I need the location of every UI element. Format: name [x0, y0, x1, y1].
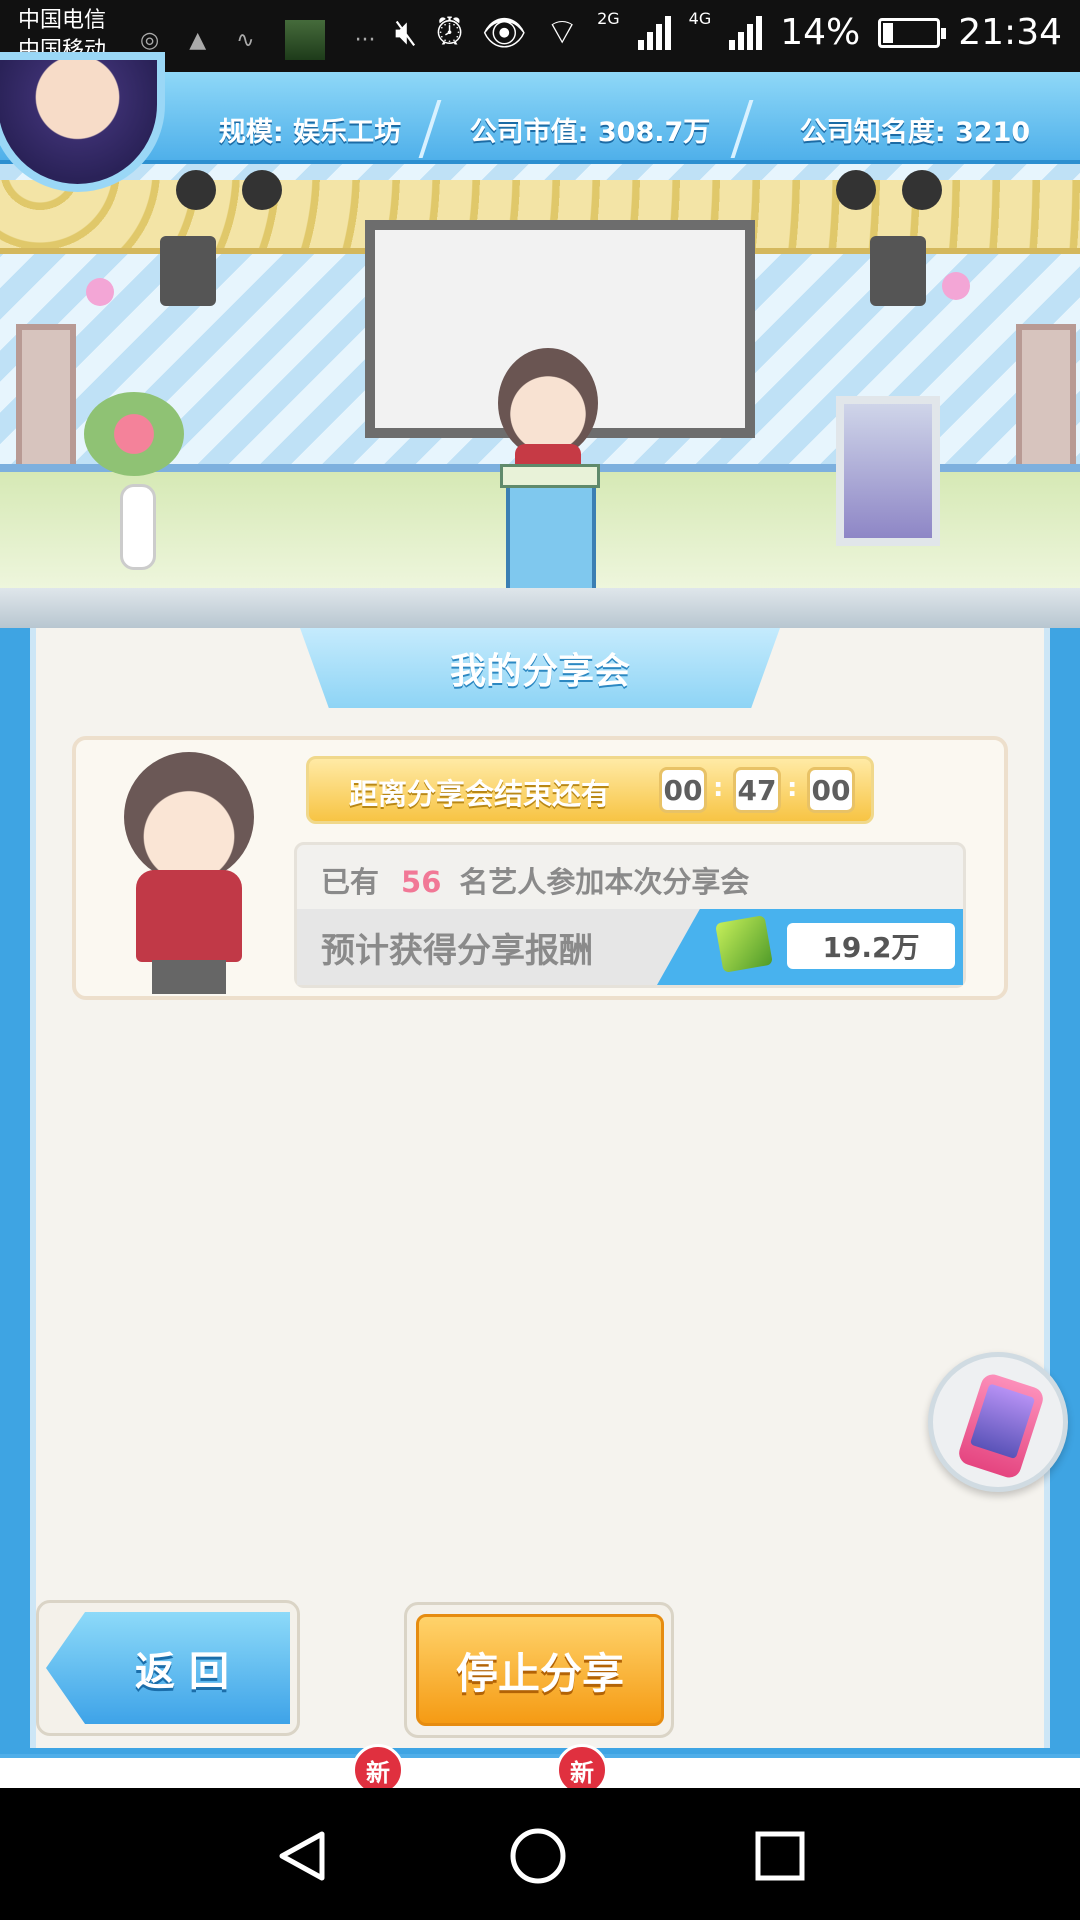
eye-icon: 👁︎ — [481, 12, 528, 54]
session-stats: 已有 56 名艺人参加本次分享会 预计获得分享报酬 19.2万 — [294, 842, 966, 988]
participants-suffix: 名艺人参加本次分享会 — [459, 865, 750, 899]
spotlight-icon — [902, 170, 942, 210]
speaker-box — [160, 236, 216, 306]
character-legs — [152, 960, 226, 994]
network-4g-label: 4G — [688, 9, 712, 28]
stage-scene — [0, 164, 1080, 594]
signal-4g-icon — [729, 15, 763, 50]
carrier-1: 中国电信 — [18, 8, 107, 33]
nav-home-icon[interactable] — [508, 1826, 568, 1890]
company-scale: 规模: 娱乐工坊 — [218, 116, 402, 148]
overflow-icon: ··· — [354, 27, 376, 53]
nav-back-icon[interactable] — [272, 1826, 332, 1890]
speaker-box — [870, 236, 926, 306]
balloon — [942, 272, 970, 300]
system-icons: 🔇︎ ⏰︎ 👁︎ ⌔ 2G 4G 14% 21:34 — [394, 9, 1062, 55]
nav-recent-apps-icon[interactable] — [750, 1826, 810, 1890]
photo-thumbnail-icon — [284, 20, 325, 60]
network-2g-label: 2G — [597, 9, 620, 28]
mute-icon: 🔇︎ — [394, 11, 418, 53]
company-market-value: 公司市值: 308.7万 — [469, 116, 711, 148]
heartbeat-icon: ∿ — [236, 27, 255, 53]
timer-hours: 00 — [659, 767, 707, 813]
spotlight-icon — [836, 170, 876, 210]
countdown-label: 距离分享会结束还有 — [349, 777, 611, 811]
countdown-bar: 距离分享会结束还有 00 : 47 : 00 — [306, 756, 874, 824]
participants-count: 56 — [401, 865, 442, 899]
swirl-icon: ◎ — [140, 27, 160, 53]
spotlight-icon — [242, 170, 282, 210]
app-root: 中国电信 中国移动 ◎ ▲ ∿ ··· 🔇︎ ⏰︎ 👁︎ ⌔ 2G 4G 14%… — [0, 0, 1080, 1920]
timer-seconds: 00 — [807, 767, 855, 813]
alarm-icon: ⏰︎ — [435, 11, 464, 53]
company-fame: 公司知名度: 3210 — [799, 116, 1031, 148]
panel-title: 我的分享会 — [300, 628, 780, 708]
host-character — [114, 752, 264, 994]
flower-bouquet — [84, 392, 184, 476]
panel-rail — [0, 588, 1080, 628]
money-stack-icon — [715, 915, 773, 973]
sharing-session-card: 距离分享会结束还有 00 : 47 : 00 已有 56 名艺人参加本次分享会 预计… — [72, 736, 1008, 1000]
balloon — [86, 278, 114, 306]
signal-2g-icon — [637, 15, 671, 50]
reward-label: 预计获得分享报酬 — [321, 931, 593, 971]
wifi-icon: ⌔ — [545, 12, 580, 53]
reward-value: 19.2万 — [787, 923, 955, 969]
movie-poster — [836, 396, 940, 546]
presenter-head — [498, 348, 598, 458]
clock: 21:34 — [958, 12, 1062, 53]
notification-icons: ◎ ▲ ∿ ··· — [140, 20, 376, 60]
battery-icon — [878, 17, 947, 48]
participants-prefix: 已有 — [321, 865, 380, 899]
podium-top — [500, 464, 600, 488]
character-body — [136, 870, 242, 962]
spotlight-icon — [176, 170, 216, 210]
bottom-tab-strip[interactable] — [0, 1754, 1080, 1788]
back-button[interactable]: 返 回 — [46, 1612, 290, 1724]
phone-icon — [956, 1371, 1046, 1481]
battery-percent: 14% — [780, 12, 861, 53]
vase — [120, 484, 156, 570]
stop-sharing-button[interactable]: 停止分享 — [416, 1614, 664, 1726]
timer-separator: : — [787, 773, 798, 803]
rocket-icon: ▲ — [189, 27, 207, 53]
character-head — [124, 752, 254, 882]
timer-minutes: 47 — [733, 767, 781, 813]
phone-button[interactable] — [928, 1352, 1068, 1492]
timer-separator: : — [713, 773, 724, 803]
participants-row: 已有 56 名艺人参加本次分享会 — [321, 859, 749, 901]
